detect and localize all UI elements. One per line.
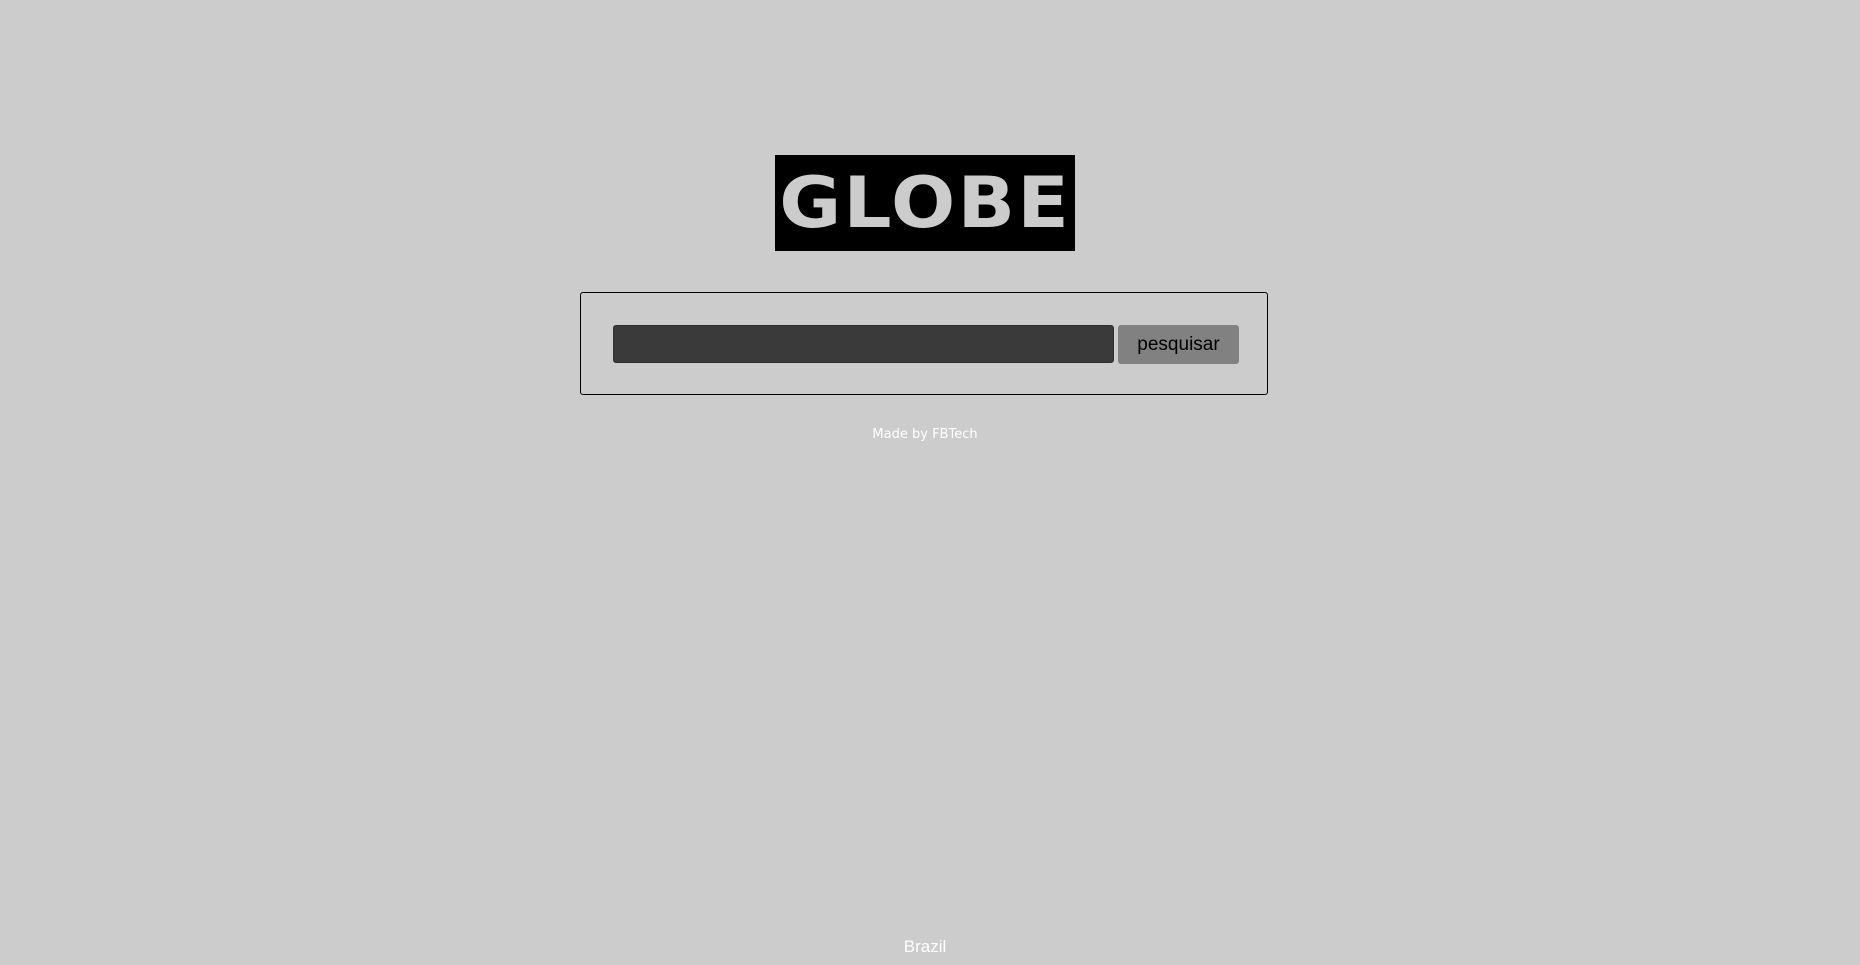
search-input[interactable] [613,325,1114,363]
country-label: Brazil [903,937,947,956]
search-button[interactable]: pesquisar [1118,325,1239,364]
globe-logo: GLOBE [775,155,1075,251]
made-by-credit: Made by FBTech [872,427,978,442]
logo-text: GLOBE [779,162,1071,244]
search-form: pesquisar [580,292,1268,395]
